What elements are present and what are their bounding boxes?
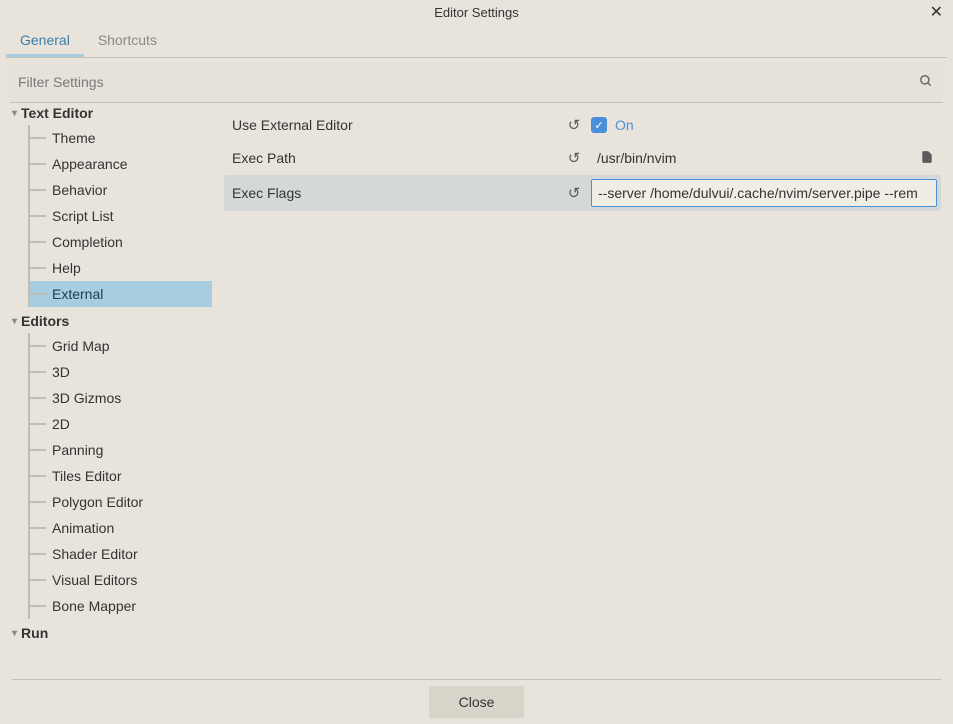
file-browse-icon[interactable]	[917, 150, 937, 167]
titlebar: Editor Settings ✕	[0, 0, 953, 24]
reset-icon[interactable]: ↺	[563, 149, 585, 167]
reset-icon[interactable]: ↺	[563, 116, 585, 134]
sidebar-item-help[interactable]: Help	[30, 255, 212, 281]
chevron-down-icon: ▾	[12, 316, 17, 327]
sidebar-item-3d-gizmos[interactable]: 3D Gizmos	[30, 385, 212, 411]
settings-panel: Use External Editor ↺ ✓ On Exec Path ↺	[212, 103, 947, 679]
chevron-down-icon: ▾	[12, 108, 17, 119]
window-title: Editor Settings	[434, 5, 519, 20]
checkbox-use-external-editor[interactable]: ✓	[591, 117, 607, 133]
chevron-down-icon: ▾	[12, 628, 17, 639]
sidebar-item-theme[interactable]: Theme	[30, 125, 212, 151]
sidebar-item-2d[interactable]: 2D	[30, 411, 212, 437]
sidebar-item-tiles-editor[interactable]: Tiles Editor	[30, 463, 212, 489]
sidebar-item-panning[interactable]: Panning	[30, 437, 212, 463]
close-button[interactable]: Close	[429, 686, 525, 718]
sidebar-item-visual-editors[interactable]: Visual Editors	[30, 567, 212, 593]
close-icon[interactable]: ✕	[930, 2, 943, 22]
section-header-editors[interactable]: ▾ Editors	[6, 309, 212, 333]
sidebar-item-behavior[interactable]: Behavior	[30, 177, 212, 203]
sidebar-item-shader-editor[interactable]: Shader Editor	[30, 541, 212, 567]
sidebar-item-3d[interactable]: 3D	[30, 359, 212, 385]
setting-use-external-editor: Use External Editor ↺ ✓ On	[224, 109, 941, 141]
sidebar-item-completion[interactable]: Completion	[30, 229, 212, 255]
section-header-run[interactable]: ▾ Run	[6, 621, 212, 645]
sidebar-item-external[interactable]: External	[30, 281, 212, 307]
sidebar-item-grid-map[interactable]: Grid Map	[30, 333, 212, 359]
sidebar: ▾ Text Editor Theme Appearance Behavior …	[6, 103, 212, 679]
setting-exec-path: Exec Path ↺	[224, 141, 941, 175]
setting-label: Exec Flags	[228, 185, 563, 201]
setting-exec-flags: Exec Flags ↺	[224, 175, 941, 211]
sidebar-item-appearance[interactable]: Appearance	[30, 151, 212, 177]
setting-label: Exec Path	[228, 150, 563, 166]
section-header-text-editor[interactable]: ▾ Text Editor	[6, 103, 212, 125]
tab-general[interactable]: General	[6, 24, 84, 57]
sidebar-item-polygon-editor[interactable]: Polygon Editor	[30, 489, 212, 515]
reset-icon[interactable]: ↺	[563, 184, 585, 202]
exec-path-input[interactable]	[591, 145, 913, 171]
sidebar-item-animation[interactable]: Animation	[30, 515, 212, 541]
sidebar-item-script-list[interactable]: Script List	[30, 203, 212, 229]
sidebar-item-bone-mapper[interactable]: Bone Mapper	[30, 593, 212, 619]
tab-shortcuts[interactable]: Shortcuts	[84, 24, 171, 57]
tab-bar: General Shortcuts	[6, 24, 947, 58]
search-icon[interactable]	[909, 74, 943, 91]
exec-flags-input[interactable]	[591, 179, 937, 207]
filter-input[interactable]	[10, 68, 909, 96]
setting-label: Use External Editor	[228, 117, 563, 133]
on-label: On	[615, 117, 634, 133]
footer: Close	[6, 680, 947, 724]
filter-row	[10, 62, 943, 103]
